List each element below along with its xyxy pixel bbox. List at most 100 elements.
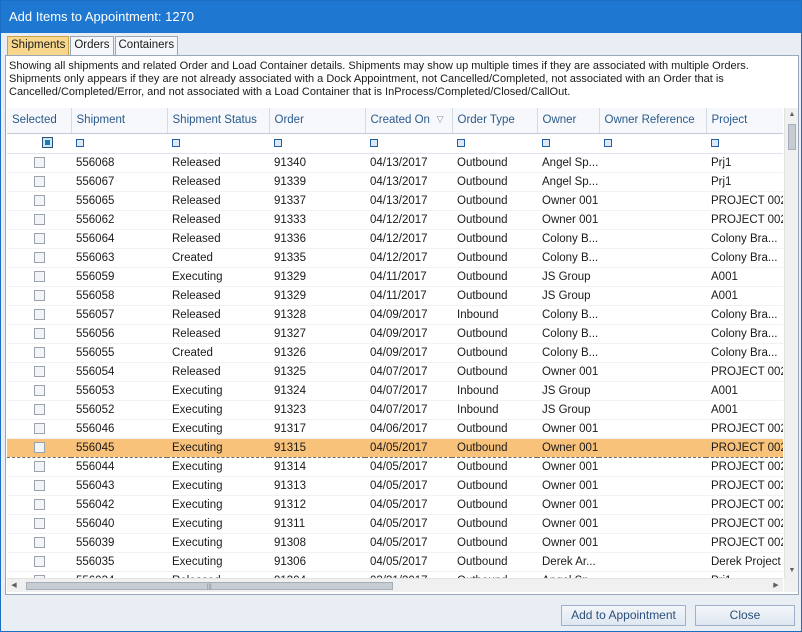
filter-icon[interactable] xyxy=(370,138,378,147)
row-select-checkbox[interactable] xyxy=(34,384,45,396)
row-select-checkbox[interactable] xyxy=(34,536,45,548)
row-select-checkbox[interactable] xyxy=(34,479,45,491)
table-cell: 04/07/2017 xyxy=(365,381,452,401)
scroll-down-icon[interactable]: ▼ xyxy=(785,564,799,578)
grid-header-row: Selected Shipment Shipment Status Order Crea… xyxy=(7,108,783,134)
table-row[interactable]: 556056 Released 91327 04/09/2017 Outbound Col… xyxy=(7,324,783,344)
table-cell xyxy=(599,305,706,325)
row-select-checkbox[interactable] xyxy=(34,232,45,244)
row-select-checkbox[interactable] xyxy=(34,289,45,301)
row-select-checkbox[interactable] xyxy=(34,365,45,377)
table-row[interactable]: 556039 Executing 91308 04/05/2017 Outbound Ow… xyxy=(7,533,783,553)
table-cell: Created xyxy=(167,343,269,363)
tab-content-panel: Showing all shipments and related Order … xyxy=(5,55,799,595)
table-row[interactable]: 556057 Released 91328 04/09/2017 Inbound Colo… xyxy=(7,305,783,325)
table-row[interactable]: 556058 Released 91329 04/11/2017 Outbound JS … xyxy=(7,286,783,306)
table-row[interactable]: 556053 Executing 91324 04/07/2017 Inbound JS … xyxy=(7,381,783,401)
table-row[interactable]: 556067 Released 91339 04/13/2017 Outbound Ang… xyxy=(7,172,783,192)
row-select-checkbox[interactable] xyxy=(34,460,45,472)
table-row[interactable]: 556059 Executing 91329 04/11/2017 Outbound JS… xyxy=(7,267,783,287)
table-cell: Executing xyxy=(167,495,269,515)
table-cell: 04/13/2017 xyxy=(365,153,452,173)
column-header-selected[interactable]: Selected xyxy=(7,108,72,134)
row-select-checkbox[interactable] xyxy=(34,498,45,510)
table-row[interactable]: 556046 Executing 91317 04/06/2017 Outbound Ow… xyxy=(7,419,783,439)
vertical-scrollbar[interactable]: ▲ ▼ xyxy=(784,108,798,578)
row-select-checkbox[interactable] xyxy=(34,213,45,225)
table-row[interactable]: 556044 Executing 91314 04/05/2017 Outbound Ow… xyxy=(7,457,783,477)
table-row[interactable]: 556045 Executing 91315 04/05/2017 Outbound Ow… xyxy=(7,437,783,458)
close-button[interactable]: Close xyxy=(695,605,795,626)
row-select-checkbox[interactable] xyxy=(34,175,45,187)
scroll-grip-icon: ||| xyxy=(207,584,212,590)
table-row[interactable]: 556054 Released 91325 04/07/2017 Outbound Own… xyxy=(7,362,783,382)
row-select-checkbox[interactable] xyxy=(34,517,45,529)
table-cell: 556067 xyxy=(71,172,167,192)
vertical-scroll-thumb[interactable] xyxy=(788,124,796,150)
add-to-appointment-button[interactable]: Add to Appointment xyxy=(561,605,686,626)
column-header-order-type[interactable]: Order Type xyxy=(452,108,538,134)
table-cell: JS Group xyxy=(537,381,599,401)
table-cell xyxy=(599,533,706,553)
table-row[interactable]: 556043 Executing 91313 04/05/2017 Outbound Ow… xyxy=(7,476,783,496)
table-row[interactable]: 556042 Executing 91312 04/05/2017 Outbound Ow… xyxy=(7,495,783,515)
row-select-checkbox[interactable] xyxy=(34,555,45,567)
column-header-project[interactable]: Project xyxy=(706,108,783,134)
tab-containers[interactable]: Containers xyxy=(114,36,179,55)
column-header-shipment-status[interactable]: Shipment Status xyxy=(167,108,270,134)
row-select-checkbox[interactable] xyxy=(34,270,45,282)
table-cell: 91311 xyxy=(269,514,365,534)
row-select-checkbox[interactable] xyxy=(34,156,45,168)
filter-icon[interactable] xyxy=(42,137,53,149)
scroll-right-icon[interactable]: ▶ xyxy=(769,579,783,593)
table-row[interactable]: 556035 Executing 91306 04/05/2017 Outbound De… xyxy=(7,552,783,572)
tab-shipments[interactable]: Shipments xyxy=(7,36,70,55)
filter-icon[interactable] xyxy=(457,138,465,147)
table-cell: 91340 xyxy=(269,153,365,173)
row-select-checkbox[interactable] xyxy=(34,422,45,434)
table-cell: Executing xyxy=(167,400,269,420)
row-select-checkbox[interactable] xyxy=(34,441,45,453)
scroll-up-icon[interactable]: ▲ xyxy=(785,108,799,122)
table-cell: 556068 xyxy=(71,153,167,173)
table-cell: Derek Ar... xyxy=(537,552,599,572)
filter-icon[interactable] xyxy=(542,138,550,147)
row-select-checkbox[interactable] xyxy=(34,251,45,263)
row-select-checkbox[interactable] xyxy=(34,308,45,320)
horizontal-scrollbar[interactable]: ◀ ||| ▶ xyxy=(7,578,783,592)
column-header-created-on[interactable]: Created On ▽ xyxy=(365,108,453,134)
filter-icon[interactable] xyxy=(172,138,180,147)
table-cell: Angel Sp... xyxy=(537,172,599,192)
filter-icon[interactable] xyxy=(711,138,719,147)
row-select-checkbox[interactable] xyxy=(34,346,45,358)
table-row[interactable]: 556064 Released 91336 04/12/2017 Outbound Col… xyxy=(7,229,783,249)
table-row[interactable]: 556055 Created 91326 04/09/2017 Outbound Colo… xyxy=(7,343,783,363)
filter-icon[interactable] xyxy=(274,138,282,147)
row-select-checkbox[interactable] xyxy=(34,194,45,206)
column-header-order[interactable]: Order xyxy=(269,108,366,134)
filter-icon[interactable] xyxy=(76,138,84,147)
table-row[interactable]: 556063 Created 91335 04/12/2017 Outbound Colo… xyxy=(7,248,783,268)
tab-orders[interactable]: Orders xyxy=(70,36,114,55)
filter-icon[interactable] xyxy=(604,138,612,147)
column-header-shipment[interactable]: Shipment xyxy=(71,108,168,134)
scroll-left-icon[interactable]: ◀ xyxy=(7,579,21,593)
column-header-owner-reference[interactable]: Owner Reference xyxy=(599,108,707,134)
row-select-checkbox[interactable] xyxy=(34,403,45,415)
table-cell: PROJECT 002 xyxy=(706,362,783,382)
horizontal-scroll-thumb[interactable]: ||| xyxy=(26,582,393,590)
table-row[interactable]: 556062 Released 91333 04/12/2017 Outbound Own… xyxy=(7,210,783,230)
row-select-checkbox[interactable] xyxy=(34,327,45,339)
table-row[interactable]: 556052 Executing 91323 04/07/2017 Inbound JS … xyxy=(7,400,783,420)
table-cell: A001 xyxy=(706,400,783,420)
column-header-owner[interactable]: Owner xyxy=(537,108,600,134)
table-cell: 04/09/2017 xyxy=(365,343,452,363)
table-cell: Released xyxy=(167,286,269,306)
table-row[interactable]: 556068 Released 91340 04/13/2017 Outbound Ang… xyxy=(7,153,783,173)
table-row[interactable]: 556040 Executing 91311 04/05/2017 Outbound Ow… xyxy=(7,514,783,534)
table-row[interactable]: 556065 Released 91337 04/13/2017 Outbound Own… xyxy=(7,191,783,211)
table-cell: PROJECT 002 xyxy=(706,514,783,534)
table-cell: Colony Bra... xyxy=(706,248,783,268)
table-cell: 04/05/2017 xyxy=(365,457,452,477)
table-cell: Outbound xyxy=(452,476,537,496)
